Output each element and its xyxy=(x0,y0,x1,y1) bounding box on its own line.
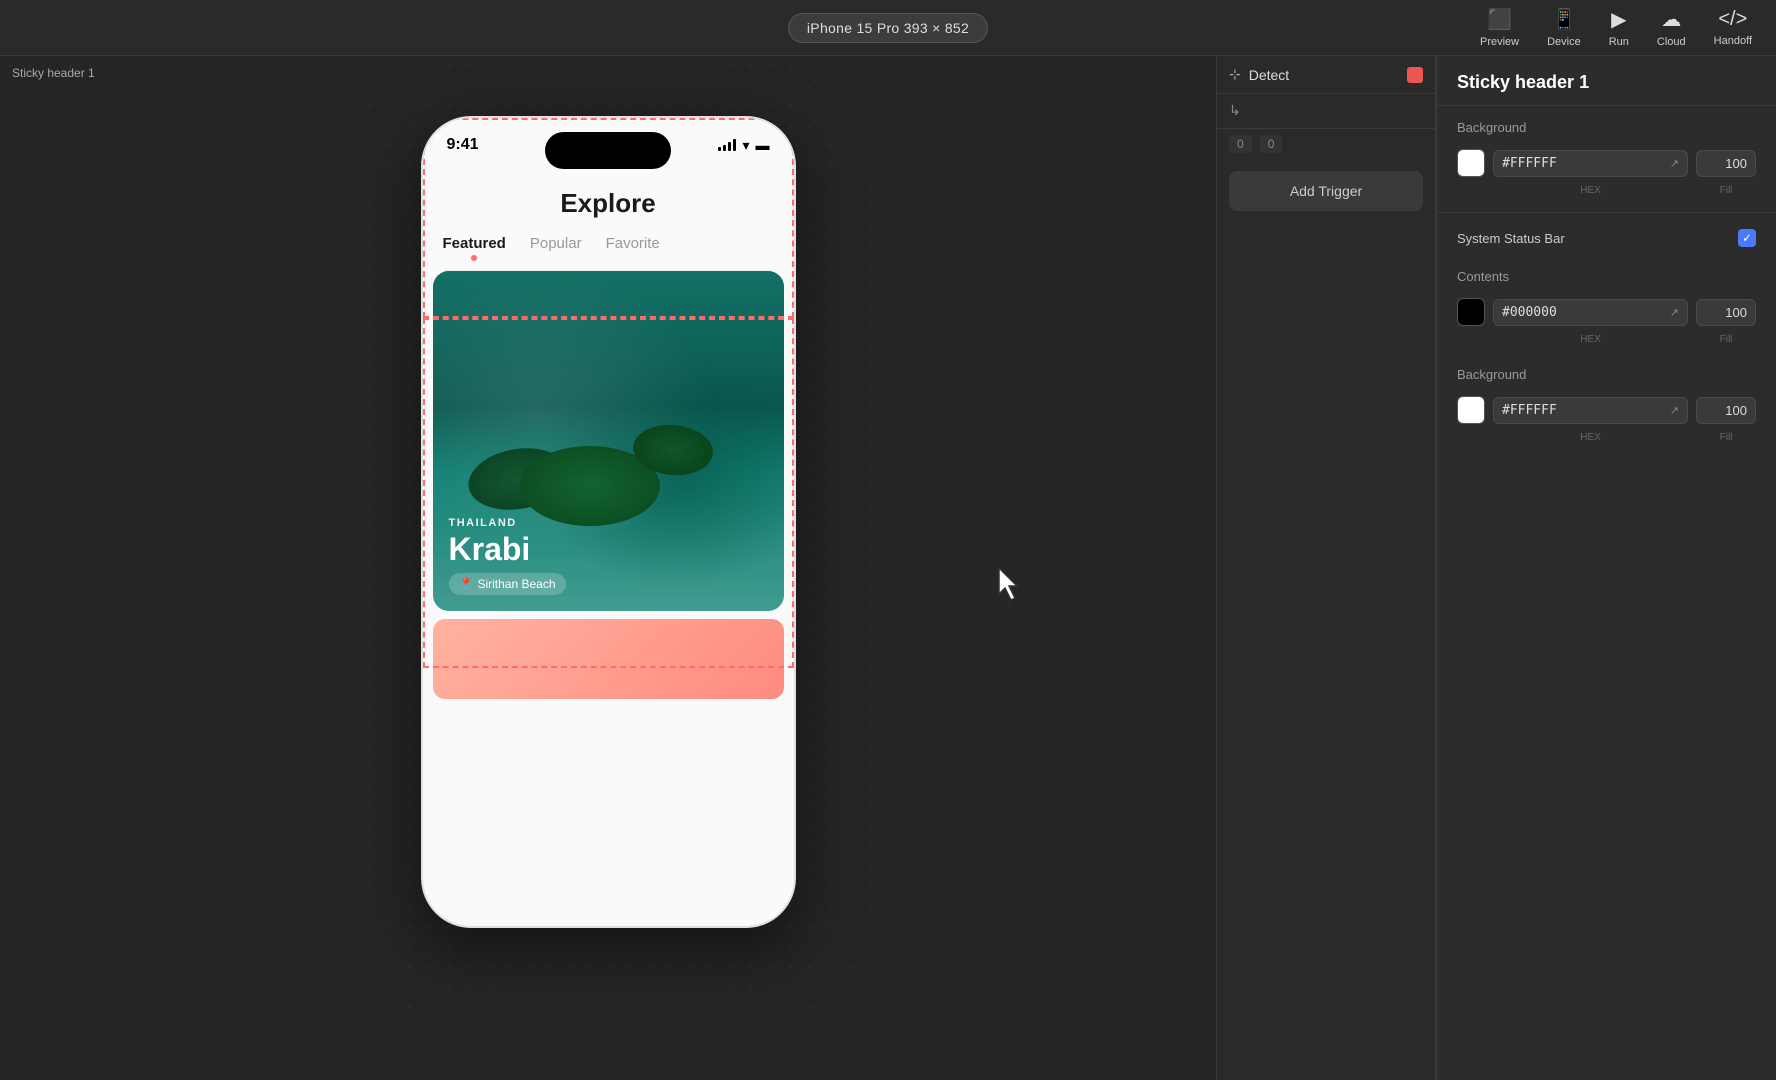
card-city: Krabi xyxy=(449,533,768,565)
location-pin-icon: 📍 xyxy=(459,577,474,591)
wifi-icon: ▾ xyxy=(742,137,749,154)
detect-sub: ↳ xyxy=(1217,94,1435,129)
signal-bar-2 xyxy=(723,145,726,151)
background2-sub-labels: HEX Fill xyxy=(1437,430,1776,451)
background-color-swatch[interactable] xyxy=(1457,149,1485,177)
system-status-row: System Status Bar ✓ xyxy=(1437,221,1776,255)
tab-featured[interactable]: Featured xyxy=(443,235,506,260)
preview-label: Preview xyxy=(1480,36,1519,48)
middle-panel: ⊹ Detect ↳ 0 0 Add Trigger xyxy=(1216,56,1436,1080)
tab-bar: Featured Popular Favorite xyxy=(443,235,774,271)
contents-hex-label: HEX xyxy=(1493,334,1688,345)
card-image: THAILAND Krabi 📍 Sirithan Beach xyxy=(433,271,784,611)
tab-favorite[interactable]: Favorite xyxy=(606,235,660,260)
handoff-label: Handoff xyxy=(1714,35,1752,47)
num-badge-1: 0 xyxy=(1229,135,1252,153)
phone-container: 9:41 ▾ ▬ Explore xyxy=(421,116,796,928)
background-hex-link-icon[interactable]: ↗ xyxy=(1670,157,1679,170)
background2-hex-label: HEX xyxy=(1493,432,1688,443)
device-button[interactable]: 📱 Device xyxy=(1547,7,1581,48)
signal-bar-1 xyxy=(718,147,721,151)
detect-icon: ⊹ xyxy=(1229,66,1241,83)
run-label: Run xyxy=(1609,36,1629,48)
contents-fill-input[interactable]: 100 xyxy=(1696,299,1756,326)
contents-sub-labels: HEX Fill xyxy=(1437,332,1776,353)
status-icons: ▾ ▬ xyxy=(718,137,769,154)
contents-color-swatch[interactable] xyxy=(1457,298,1485,326)
canvas-label: Sticky header 1 xyxy=(12,66,95,80)
cloud-label: Cloud xyxy=(1657,36,1686,48)
detect-sub-icon: ↳ xyxy=(1229,102,1241,118)
status-time: 9:41 xyxy=(447,136,479,154)
phone-frame: 9:41 ▾ ▬ Explore xyxy=(421,116,796,928)
add-trigger-button[interactable]: Add Trigger xyxy=(1229,171,1423,211)
signal-bars xyxy=(718,139,736,151)
background-section-header: Background xyxy=(1437,106,1776,143)
handoff-icon: </> xyxy=(1718,8,1747,31)
signal-bar-4 xyxy=(733,139,736,151)
toolbar-right: ⬛ Preview 📱 Device ▶ Run ☁ Cloud </> Han… xyxy=(1480,7,1752,48)
contents-hex-input[interactable]: #000000 ↗ xyxy=(1493,299,1688,326)
cloud-icon: ☁ xyxy=(1661,7,1681,32)
preview-button[interactable]: ⬛ Preview xyxy=(1480,7,1519,48)
right-panel-title: Sticky header 1 xyxy=(1437,56,1776,106)
num-badge-2: 0 xyxy=(1260,135,1283,153)
contents-hex-text: #000000 xyxy=(1502,305,1557,320)
battery-icon: ▬ xyxy=(756,137,770,153)
device-icon: 📱 xyxy=(1551,7,1576,32)
preview-icon: ⬛ xyxy=(1487,7,1512,32)
background2-fill-input[interactable]: 100 xyxy=(1696,397,1756,424)
canvas-area[interactable]: Sticky header 1 9:41 ▾ xyxy=(0,56,1216,1080)
background2-hex-text: #FFFFFF xyxy=(1502,403,1557,418)
background-hex-text: #FFFFFF xyxy=(1502,156,1557,171)
run-button[interactable]: ▶ Run xyxy=(1609,7,1629,48)
background2-color-swatch[interactable] xyxy=(1457,396,1485,424)
dynamic-island xyxy=(545,132,671,169)
background2-fill-label: Fill xyxy=(1696,432,1756,443)
explore-title: Explore xyxy=(443,188,774,219)
background-hex-input[interactable]: #FFFFFF ↗ xyxy=(1493,150,1688,177)
detect-close-button[interactable] xyxy=(1407,67,1423,83)
detect-left: ⊹ Detect xyxy=(1229,66,1289,83)
tab-indicator xyxy=(471,255,477,261)
system-status-label: System Status Bar xyxy=(1457,231,1565,246)
card-thumbnail xyxy=(433,619,784,699)
background2-section-header: Background xyxy=(1437,353,1776,390)
signal-bar-3 xyxy=(728,142,731,151)
tab-popular[interactable]: Popular xyxy=(530,235,582,260)
nums-row: 0 0 xyxy=(1217,129,1435,159)
detect-header: ⊹ Detect xyxy=(1217,56,1435,94)
detect-title: Detect xyxy=(1249,67,1289,83)
phone-header: Explore Featured Popular Favorite xyxy=(423,172,794,271)
contents-color-row: #000000 ↗ 100 xyxy=(1437,292,1776,332)
background2-color-row: #FFFFFF ↗ 100 xyxy=(1437,390,1776,430)
run-icon: ▶ xyxy=(1611,7,1626,32)
card-country: THAILAND xyxy=(449,517,768,529)
system-status-checkbox[interactable]: ✓ xyxy=(1738,229,1756,247)
background-fill-label: Fill xyxy=(1696,185,1756,196)
main-area: Sticky header 1 9:41 ▾ xyxy=(0,56,1776,1080)
background-sub-labels: HEX Fill xyxy=(1437,183,1776,204)
card-info: THAILAND Krabi 📍 Sirithan Beach xyxy=(449,517,768,595)
background-hex-label: HEX xyxy=(1493,185,1688,196)
card-location: 📍 Sirithan Beach xyxy=(449,573,566,595)
background-color-row: #FFFFFF ↗ 100 xyxy=(1437,143,1776,183)
background2-hex-link-icon[interactable]: ↗ xyxy=(1670,404,1679,417)
handoff-button[interactable]: </> Handoff xyxy=(1714,8,1752,47)
contents-hex-link-icon[interactable]: ↗ xyxy=(1670,306,1679,319)
contents-section-header: Contents xyxy=(1437,255,1776,292)
device-label-btn: Device xyxy=(1547,36,1581,48)
contents-fill-label: Fill xyxy=(1696,334,1756,345)
cursor xyxy=(995,566,1027,607)
background-fill-input[interactable]: 100 xyxy=(1696,150,1756,177)
background2-hex-input[interactable]: #FFFFFF ↗ xyxy=(1493,397,1688,424)
divider-1 xyxy=(1437,212,1776,213)
right-panel: Sticky header 1 Background #FFFFFF ↗ 100… xyxy=(1436,56,1776,1080)
toolbar: iPhone 15 Pro 393 × 852 ⬛ Preview 📱 Devi… xyxy=(0,0,1776,56)
card-location-text: Sirithan Beach xyxy=(477,577,555,591)
cloud-button[interactable]: ☁ Cloud xyxy=(1657,7,1686,48)
device-label[interactable]: iPhone 15 Pro 393 × 852 xyxy=(788,13,988,43)
